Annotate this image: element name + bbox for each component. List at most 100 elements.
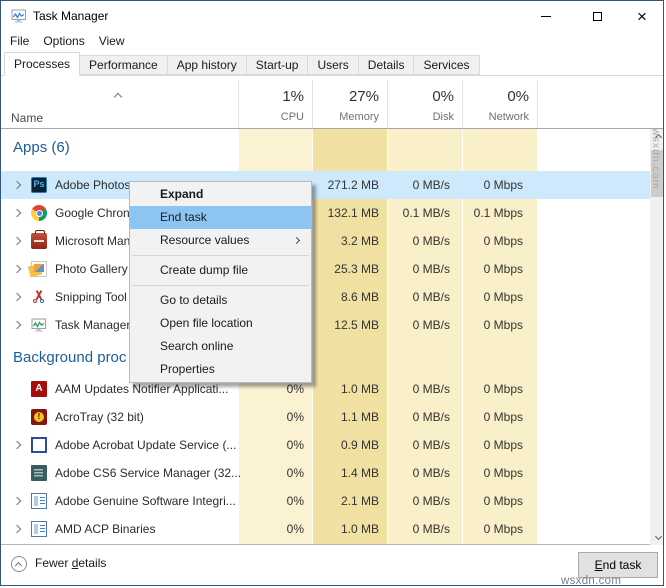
footer: Fewer details End task wsxdn.com xyxy=(1,546,663,586)
menu-view[interactable]: View xyxy=(99,31,125,51)
expand-chevron-icon[interactable] xyxy=(12,320,22,330)
expand-chevron-icon[interactable] xyxy=(12,524,22,534)
menu-item-end-task[interactable]: End task xyxy=(130,206,311,229)
process-row-acrotray-32-bit[interactable]: ! AcroTray (32 bit) 0% 1.1 MB 0 MB/s 0 Mbps xyxy=(1,403,650,431)
tab-services[interactable]: Services xyxy=(413,55,480,75)
process-table: Apps (6) Ps Adobe Photos 271.2 MB 0 MB/s 0 Mb… xyxy=(1,129,663,545)
network-value: 0 Mbps xyxy=(483,262,523,276)
scroll-down-button[interactable] xyxy=(650,528,663,545)
expand-chevron-icon[interactable] xyxy=(12,292,22,302)
expand-chevron-icon[interactable] xyxy=(12,264,22,274)
cpu-value: 0% xyxy=(286,438,304,452)
disk-value: 0 MB/s xyxy=(412,410,450,424)
fewer-details-label: Fewer details xyxy=(35,556,107,570)
disk-value: 0 MB/s xyxy=(412,262,450,276)
menu-item-open-file-location[interactable]: Open file location xyxy=(130,312,311,335)
winapp-icon xyxy=(31,521,47,537)
maximize-button[interactable] xyxy=(580,1,614,31)
network-value: 0 Mbps xyxy=(483,522,523,536)
adobe-a-icon: A xyxy=(31,381,47,397)
process-name: Adobe CS6 Service Manager (32... xyxy=(55,466,242,480)
process-row-adobe-cs6-service-manager-32[interactable]: Adobe CS6 Service Manager (32... 0% 1.4 MB… xyxy=(1,459,650,487)
disk-value: 0.1 MB/s xyxy=(402,206,450,220)
minimize-button[interactable] xyxy=(529,1,563,31)
expand-chevron-icon[interactable] xyxy=(12,208,22,218)
tab-performance[interactable]: Performance xyxy=(79,55,168,75)
process-row-photo-gallery[interactable]: Photo Gallery 25.3 MB 0 MB/s 0 Mbps xyxy=(1,255,650,283)
process-name: Microsoft Man xyxy=(55,234,131,248)
menu-item-properties[interactable]: Properties xyxy=(130,358,311,381)
memory-value: 0.9 MB xyxy=(340,438,379,452)
column-percent: 0% xyxy=(507,88,529,105)
column-label: Disk xyxy=(432,111,454,123)
process-row-amd-acp-binaries[interactable]: AMD ACP Binaries 0% 1.0 MB 0 MB/s 0 Mbps xyxy=(1,515,650,543)
scrollbar[interactable] xyxy=(650,129,663,545)
task-manager-window: Task Manager × File Options View Processes… xyxy=(0,0,664,586)
process-row-snipping-tool[interactable]: Snipping Tool 8.6 MB 0 MB/s 0 Mbps xyxy=(1,283,650,311)
process-row-adobe-photos[interactable]: Ps Adobe Photos 271.2 MB 0 MB/s 0 Mbps xyxy=(1,171,650,199)
process-row-microsoft-man[interactable]: Microsoft Man 3.2 MB 0 MB/s 0 Mbps xyxy=(1,227,650,255)
expand-chevron-icon[interactable] xyxy=(12,236,22,246)
title-bar[interactable]: Task Manager × xyxy=(1,1,663,31)
minimize-icon xyxy=(541,15,551,17)
network-value: 0 Mbps xyxy=(483,318,523,332)
tab-app-history[interactable]: App history xyxy=(166,55,247,75)
disk-value: 0 MB/s xyxy=(412,494,450,508)
tab-start-up[interactable]: Start-up xyxy=(245,55,309,75)
menu-item-expand[interactable]: Expand xyxy=(130,183,311,206)
column-label: CPU xyxy=(280,111,304,123)
cpu-value: 0% xyxy=(286,410,304,424)
memory-value: 132.1 MB xyxy=(327,206,379,220)
watermark: wsxdn.com xyxy=(561,575,622,586)
network-value: 0 Mbps xyxy=(483,178,523,192)
process-name: Adobe Genuine Software Integri... xyxy=(55,494,236,508)
menu-item-create-dump-file[interactable]: Create dump file xyxy=(130,259,311,282)
process-name: AcroTray (32 bit) xyxy=(55,410,144,424)
column-name[interactable]: Name xyxy=(11,111,43,125)
column-disk[interactable]: 0% Disk xyxy=(387,88,462,128)
column-network[interactable]: 0% Network xyxy=(462,88,537,128)
column-percent: 0% xyxy=(432,88,454,105)
close-button[interactable]: × xyxy=(625,1,659,31)
process-row-google-chron[interactable]: Google Chron 132.1 MB 0.1 MB/s 0.1 Mbps xyxy=(1,199,650,227)
disk-value: 0 MB/s xyxy=(412,466,450,480)
menu-options[interactable]: Options xyxy=(43,31,84,51)
menu-item-search-online[interactable]: Search online xyxy=(130,335,311,358)
process-row-adobe-genuine-software-integri[interactable]: Adobe Genuine Software Integri... 0% 2.1 M… xyxy=(1,487,650,515)
chevron-down-icon xyxy=(654,532,662,541)
tab-bar: Processes Performance App history Start-up U… xyxy=(1,51,663,76)
maximize-icon xyxy=(592,11,602,21)
cpu-value: 0% xyxy=(286,494,304,508)
taskmgr-icon xyxy=(31,317,47,333)
disk-value: 0 MB/s xyxy=(412,234,450,248)
column-percent: 27% xyxy=(348,88,379,105)
menu-separator xyxy=(132,285,309,286)
memory-value: 1.0 MB xyxy=(340,382,379,396)
disk-value: 0 MB/s xyxy=(412,178,450,192)
menu-item-resource-values[interactable]: Resource values xyxy=(130,229,311,252)
expand-chevron-icon[interactable] xyxy=(12,440,22,450)
group-header-background-proc[interactable]: Background proc xyxy=(13,347,126,369)
menu-file[interactable]: File xyxy=(10,31,29,51)
column-percent: 1% xyxy=(282,88,304,105)
disk-value: 0 MB/s xyxy=(412,438,450,452)
column-memory[interactable]: 27% Memory xyxy=(312,88,387,128)
task-manager-icon xyxy=(11,8,27,24)
group-header-apps-6[interactable]: Apps (6) xyxy=(13,137,70,159)
tab-processes[interactable]: Processes xyxy=(4,52,81,76)
column-cpu[interactable]: 1% CPU xyxy=(238,88,312,128)
process-row-aam-updates-notifier-applicati[interactable]: A AAM Updates Notifier Applicati... 0% 1.0 … xyxy=(1,375,650,403)
process-row-adobe-acrobat-update-service[interactable]: Adobe Acrobat Update Service (... 0% 0.9 M… xyxy=(1,431,650,459)
network-value: 0 Mbps xyxy=(483,234,523,248)
tab-users[interactable]: Users xyxy=(307,55,359,75)
expand-chevron-icon[interactable] xyxy=(12,496,22,506)
mmc-icon xyxy=(31,230,47,249)
network-value: 0 Mbps xyxy=(483,494,523,508)
process-name: AMD ACP Binaries xyxy=(55,522,156,536)
process-row-task-manager[interactable]: Task Manager 12.5 MB 0 MB/s 0 Mbps xyxy=(1,311,650,339)
sort-ascending-icon xyxy=(113,92,123,102)
expand-chevron-icon[interactable] xyxy=(12,180,22,190)
menu-item-go-to-details[interactable]: Go to details xyxy=(130,289,311,312)
disk-value: 0 MB/s xyxy=(412,318,450,332)
tab-details[interactable]: Details xyxy=(357,55,415,75)
